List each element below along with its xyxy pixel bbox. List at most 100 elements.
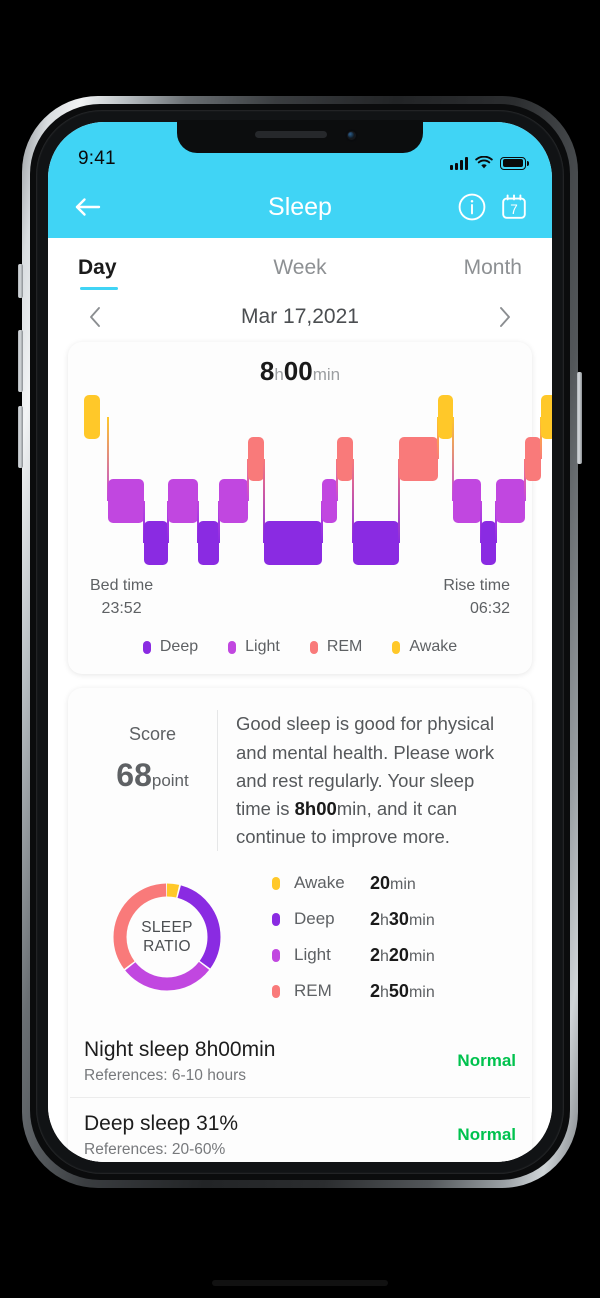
- ratio-legend-value: 2h30min: [370, 908, 435, 929]
- hypnogram-segment-rem: [247, 437, 264, 481]
- metric-title: Night sleep 8h00min: [84, 1037, 276, 1061]
- metric-row[interactable]: Night sleep 8h00min References: 6-10 hour…: [70, 1024, 530, 1098]
- hypnogram-segment-light: [321, 479, 337, 523]
- back-arrow-icon[interactable]: [70, 189, 106, 225]
- hypnogram-chart: [84, 391, 552, 569]
- legend-dot-icon: [392, 640, 401, 654]
- ratio-legend-dot-icon: [272, 984, 280, 998]
- tab-day-label: Day: [78, 256, 117, 279]
- tab-month[interactable]: Month: [374, 256, 522, 290]
- chevron-left-icon[interactable]: [82, 304, 108, 330]
- total-minutes-unit: min: [312, 365, 341, 384]
- sleep-ratio-donut-chart: SLEEP RATIO: [108, 878, 226, 996]
- info-circle-icon[interactable]: [454, 189, 490, 225]
- hypnogram-segment-deep: [480, 521, 496, 565]
- sleep-score-card: Score 68point Good sleep is good for phy…: [68, 688, 532, 1162]
- status-badge: Normal: [457, 1051, 516, 1071]
- bed-time-value: 23:52: [101, 599, 142, 617]
- hypnogram-segment-deep: [198, 521, 219, 565]
- legend-item-awake: Awake: [392, 638, 457, 656]
- tab-active-underline: [80, 287, 118, 290]
- legend-item-rem: REM: [309, 638, 362, 656]
- phone-notch: [177, 120, 423, 153]
- score-desc-hours: 8h: [294, 797, 317, 819]
- metric-text: Deep sleep 31% References: 20-60%: [84, 1112, 238, 1159]
- silent-switch[interactable]: [18, 264, 23, 298]
- total-minutes: 00: [283, 356, 313, 386]
- rise-time: Rise time 06:32: [443, 575, 510, 620]
- current-date-label: Mar 17,2021: [241, 305, 359, 328]
- total-sleep-duration: 8h00min: [68, 342, 532, 391]
- tab-week-label: Week: [273, 256, 327, 279]
- score-section: Score 68point Good sleep is good for phy…: [68, 688, 532, 857]
- rise-time-label: Rise time: [443, 577, 510, 594]
- status-bar-time: 9:41: [78, 148, 116, 169]
- ratio-legend-label: Awake: [294, 873, 345, 893]
- total-hours: 8: [259, 356, 275, 386]
- hypnogram-segment-light: [107, 479, 144, 523]
- hypnogram-segment-deep: [263, 521, 322, 565]
- sleep-ratio-section: SLEEP RATIO Awake 20min Deep 2h30min Light 2h…: [68, 857, 532, 1024]
- period-tabs: Day Week Month: [48, 238, 552, 290]
- hypnogram-segment-deep: [352, 521, 399, 565]
- ratio-legend-row-rem: REM 2h50min: [272, 981, 435, 1002]
- phone-screen: 9:41 Sleep 7 Day Week Month Mar 17,2021 …: [48, 122, 552, 1162]
- hypnogram-segment-light: [218, 479, 248, 523]
- ratio-legend-row-deep: Deep 2h30min: [272, 909, 435, 930]
- score-label: Score: [128, 724, 177, 745]
- hypnogram-segment-rem: [336, 437, 353, 481]
- sleep-times: Bed time 23:52 Rise time 06:32: [68, 569, 532, 620]
- legend-dot-icon: [309, 640, 318, 654]
- bed-time: Bed time 23:52: [90, 575, 153, 620]
- ratio-legend-dot-icon: [272, 876, 280, 890]
- earpiece-speaker: [255, 131, 327, 138]
- ratio-legend-dot-icon: [272, 912, 280, 926]
- volume-up-button[interactable]: [18, 330, 23, 392]
- rise-time-value: 06:32: [469, 599, 510, 617]
- legend-item-deep: Deep: [142, 638, 199, 656]
- metric-reference: References: 6-10 hours: [84, 1066, 246, 1084]
- hypnogram-segment-awake: [84, 395, 100, 439]
- wifi-icon: [475, 156, 493, 169]
- status-bar-indicators: [450, 156, 529, 170]
- metric-row[interactable]: Deep sleep 31% References: 20-60% Normal: [70, 1098, 530, 1162]
- volume-down-button[interactable]: [18, 406, 23, 468]
- tab-day[interactable]: Day: [78, 256, 226, 290]
- score-value-wrap: 68point: [88, 757, 217, 794]
- ratio-legend-value: 2h50min: [370, 980, 435, 1001]
- score-description: Good sleep is good for physical and ment…: [218, 710, 512, 851]
- score-desc-min-unit: min: [336, 797, 367, 819]
- power-button[interactable]: [577, 372, 582, 464]
- ratio-legend-label: Deep: [294, 909, 335, 929]
- content-scroll-area[interactable]: 8h00min Bed time 23:52 Rise time 06:32 D…: [48, 342, 552, 1162]
- legend-dot-icon: [142, 640, 151, 654]
- phone-mockup: 9:41 Sleep 7 Day Week Month Mar 17,2021 …: [0, 0, 600, 1298]
- front-camera: [345, 129, 358, 142]
- battery-full-icon: [500, 156, 529, 170]
- score-value: 68: [116, 757, 152, 794]
- home-indicator[interactable]: [212, 1280, 388, 1286]
- calendar-day-number: 7: [510, 202, 518, 217]
- tab-month-label: Month: [463, 256, 522, 279]
- metric-reference: References: 20-60%: [84, 1140, 226, 1158]
- ratio-legend-row-light: Light 2h20min: [272, 945, 435, 966]
- ratio-legend-label: REM: [294, 981, 332, 1001]
- legend-dot-icon: [228, 640, 237, 654]
- app-bar: Sleep 7: [48, 176, 552, 238]
- date-navigator: Mar 17,2021: [48, 290, 552, 342]
- bed-time-label: Bed time: [90, 577, 154, 594]
- metric-text: Night sleep 8h00min References: 6-10 hour…: [84, 1038, 275, 1085]
- hypnogram-segment-rem: [524, 437, 541, 481]
- tab-week[interactable]: Week: [226, 256, 374, 290]
- score-block: Score 68point: [88, 710, 218, 851]
- donut-center-line2: RATIO: [143, 938, 191, 956]
- legend-label: Deep: [159, 638, 199, 656]
- legend-label: Awake: [409, 638, 458, 656]
- sleep-ratio-legend: Awake 20min Deep 2h30min Light 2h20min REM 2h50…: [272, 873, 435, 1002]
- calendar-icon[interactable]: 7: [496, 189, 532, 225]
- metrics-list: Night sleep 8h00min References: 6-10 hour…: [68, 1024, 532, 1162]
- chevron-right-icon[interactable]: [492, 304, 518, 330]
- ratio-legend-value: 2h20min: [370, 944, 435, 965]
- hypnogram-segment-deep: [143, 521, 168, 565]
- hypnogram-segment-awake: [540, 395, 552, 439]
